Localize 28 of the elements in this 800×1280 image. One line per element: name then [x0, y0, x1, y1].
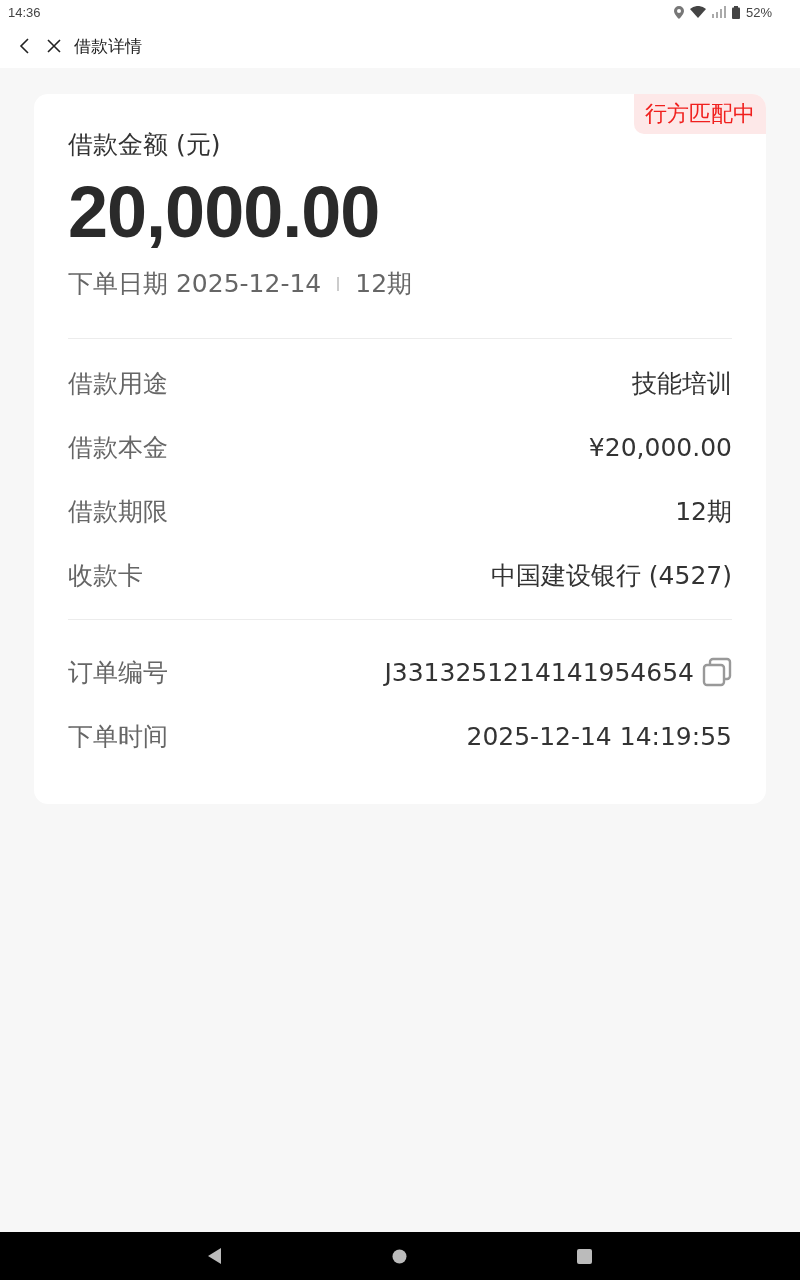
- detail-value: 中国建设银行 (4527): [490, 559, 732, 592]
- detail-label: 借款本金: [68, 431, 168, 464]
- loan-term: 12期: [355, 268, 413, 300]
- detail-label: 订单编号: [68, 656, 168, 689]
- home-nav-icon[interactable]: [392, 1248, 407, 1264]
- detail-value: J3313251214141954654: [384, 657, 694, 687]
- detail-label: 收款卡: [68, 559, 143, 592]
- status-badge: 行方匹配中: [634, 94, 766, 134]
- location-icon: [673, 5, 684, 19]
- recents-nav-icon[interactable]: [577, 1248, 592, 1264]
- detail-value: 技能培训: [632, 367, 732, 400]
- detail-label: 下单时间: [68, 720, 168, 753]
- loan-amount: 20,000.00: [68, 171, 381, 253]
- detail-label: 借款期限: [68, 495, 168, 528]
- detail-value: 12期: [675, 495, 732, 528]
- amount-label: 借款金额 (元): [68, 129, 222, 161]
- battery-icon: [731, 5, 740, 19]
- detail-value: 2025-12-14 14:19:55: [466, 721, 732, 751]
- detail-label: 借款用途: [68, 367, 168, 400]
- detail-value: ¥20,000.00: [588, 432, 732, 462]
- page-title: 借款详情: [74, 34, 142, 58]
- order-date: 下单日期 2025-12-14: [68, 268, 322, 300]
- back-nav-icon[interactable]: [208, 1248, 222, 1264]
- status-time: 14:36: [8, 4, 41, 20]
- wifi-icon: [689, 6, 706, 18]
- signal-icon: [711, 6, 726, 18]
- battery-level: 52%: [745, 4, 772, 20]
- copy-icon[interactable]: [702, 657, 732, 687]
